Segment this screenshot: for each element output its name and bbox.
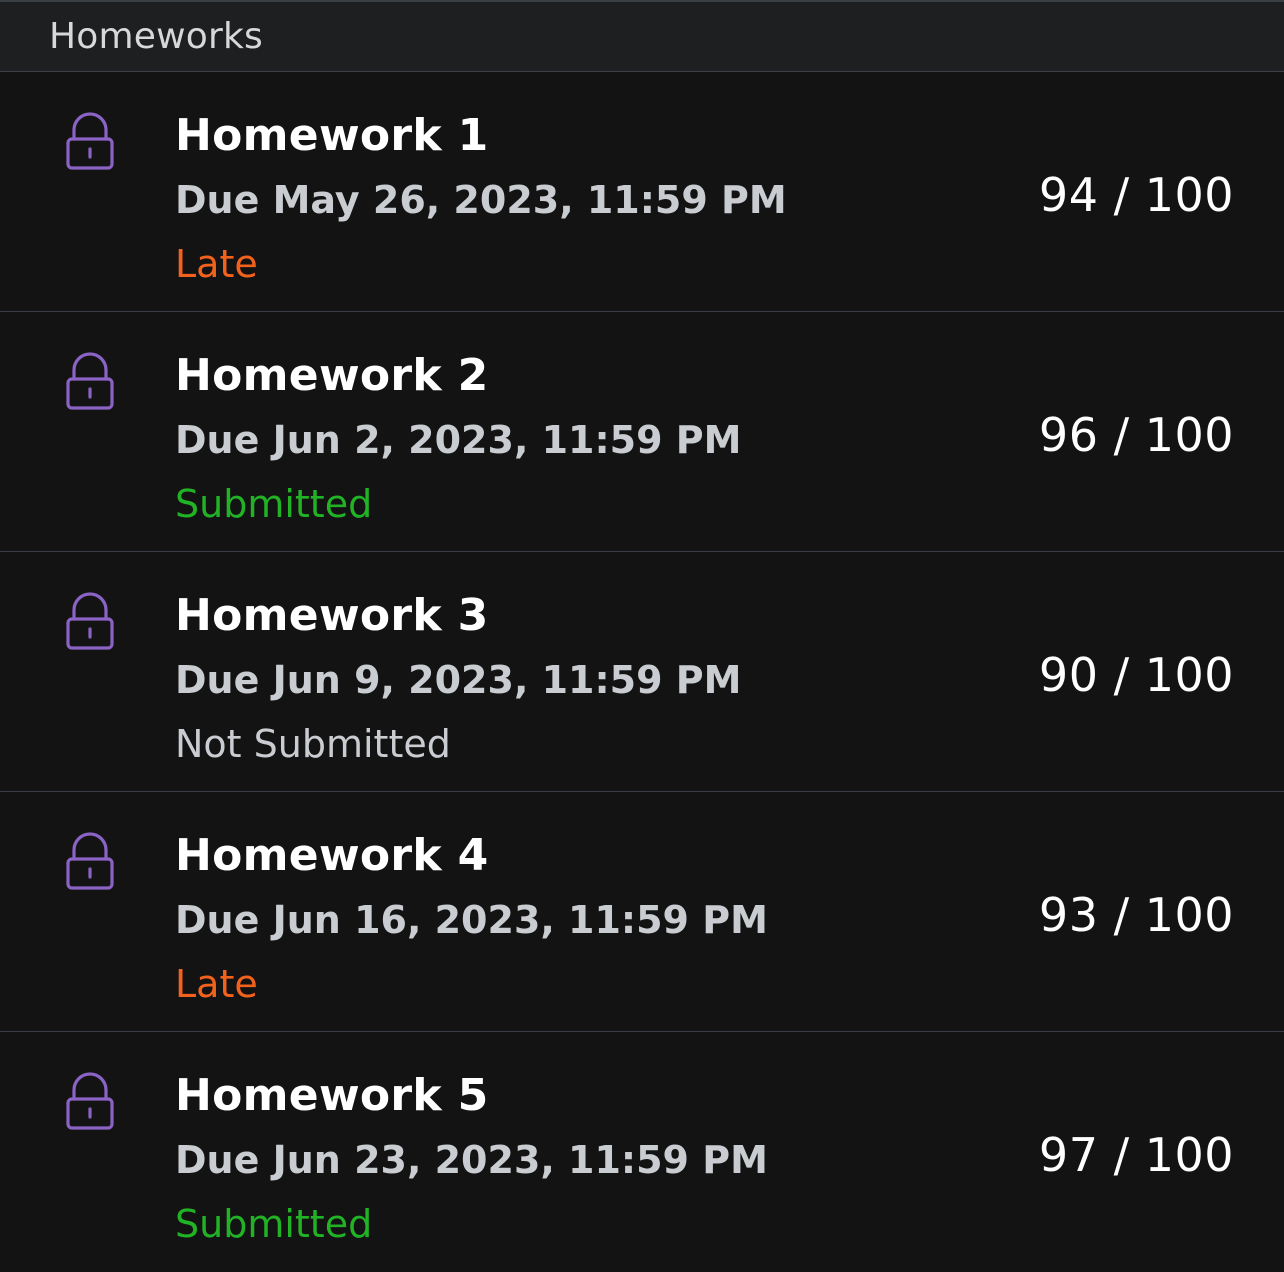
homework-title: Homework 1 <box>175 110 489 161</box>
homework-title: Homework 3 <box>175 590 489 641</box>
homework-due-date: Due May 26, 2023, 11:59 PM <box>175 178 787 222</box>
lock-icon <box>66 832 114 890</box>
homework-score: 94 / 100 <box>1038 168 1234 222</box>
homework-score: 96 / 100 <box>1038 408 1234 462</box>
homework-row-4[interactable]: Homework 4 Due Jun 16, 2023, 11:59 PM La… <box>0 792 1284 1032</box>
homework-score: 93 / 100 <box>1038 888 1234 942</box>
homeworks-panel: Homeworks Homework 1 Due May 26, 2023, 1… <box>0 0 1284 1272</box>
homework-status: Submitted <box>175 482 373 526</box>
homework-title: Homework 2 <box>175 350 489 401</box>
homework-due-date: Due Jun 23, 2023, 11:59 PM <box>175 1138 768 1182</box>
homework-list: Homework 1 Due May 26, 2023, 11:59 PM La… <box>0 72 1284 1272</box>
homework-score: 97 / 100 <box>1038 1128 1234 1182</box>
homework-title: Homework 4 <box>175 830 489 881</box>
homework-row-1[interactable]: Homework 1 Due May 26, 2023, 11:59 PM La… <box>0 72 1284 312</box>
homework-due-date: Due Jun 2, 2023, 11:59 PM <box>175 418 742 462</box>
lock-icon <box>66 592 114 650</box>
homework-status: Late <box>175 242 258 286</box>
homework-row-5[interactable]: Homework 5 Due Jun 23, 2023, 11:59 PM Su… <box>0 1032 1284 1272</box>
homework-status: Late <box>175 962 258 1006</box>
lock-icon <box>66 352 114 410</box>
lock-icon <box>66 1072 114 1130</box>
homework-due-date: Due Jun 9, 2023, 11:59 PM <box>175 658 742 702</box>
homework-score: 90 / 100 <box>1038 648 1234 702</box>
section-title: Homeworks <box>49 16 263 57</box>
section-header[interactable]: Homeworks <box>0 2 1284 72</box>
lock-icon <box>66 112 114 170</box>
homework-row-2[interactable]: Homework 2 Due Jun 2, 2023, 11:59 PM Sub… <box>0 312 1284 552</box>
homework-title: Homework 5 <box>175 1070 489 1121</box>
homework-row-3[interactable]: Homework 3 Due Jun 9, 2023, 11:59 PM Not… <box>0 552 1284 792</box>
homework-status: Submitted <box>175 1202 373 1246</box>
homework-status: Not Submitted <box>175 722 451 766</box>
homework-due-date: Due Jun 16, 2023, 11:59 PM <box>175 898 768 942</box>
